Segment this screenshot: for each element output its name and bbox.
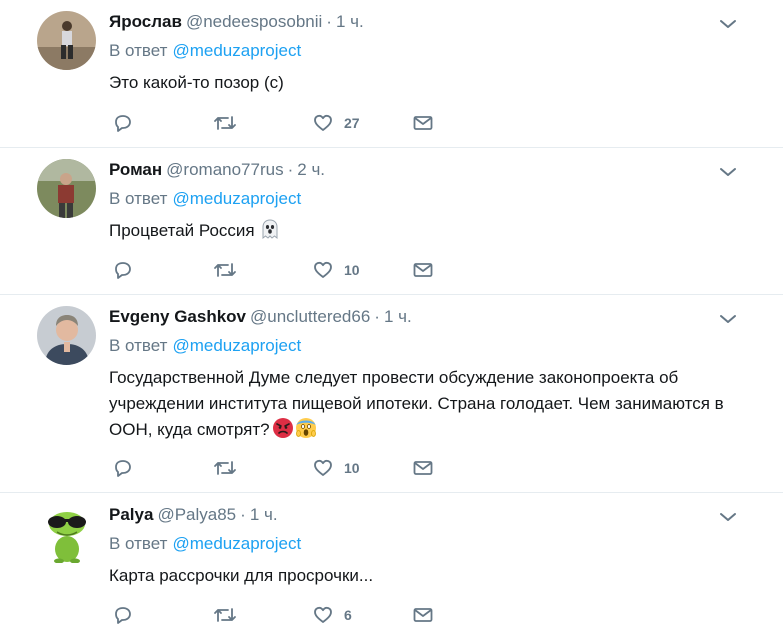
tweet-text: Процветай Россия bbox=[109, 221, 255, 240]
reply-tweet[interactable]: Роман @romano77rus · 2 ч. В ответ @meduzapro… bbox=[0, 148, 783, 295]
like-button[interactable]: 10 bbox=[312, 258, 360, 282]
like-icon bbox=[312, 457, 334, 479]
like-count: 10 bbox=[344, 262, 360, 278]
username[interactable]: @Palya85 bbox=[157, 505, 236, 524]
like-button[interactable]: 6 bbox=[312, 603, 352, 627]
tweet-header: Ярослав @nedeesposobnii · 1 ч. bbox=[109, 11, 364, 33]
chevron-down-icon[interactable] bbox=[718, 162, 738, 182]
mention-link[interactable]: @meduzaproject bbox=[172, 534, 301, 553]
direct-message-button[interactable] bbox=[412, 603, 434, 627]
mention-link[interactable]: @meduzaproject bbox=[172, 189, 301, 208]
reply-button[interactable] bbox=[112, 258, 134, 282]
retweet-icon bbox=[213, 259, 237, 281]
reply-context: В ответ @meduzaproject bbox=[109, 335, 301, 357]
reply-icon bbox=[112, 604, 134, 626]
separator: · bbox=[240, 505, 246, 524]
direct-message-button[interactable] bbox=[412, 111, 434, 135]
angry-face-emoji bbox=[272, 417, 294, 447]
reply-prefix: В ответ bbox=[109, 534, 168, 553]
tweet-text-container: Государственной Думе следует провести об… bbox=[109, 365, 734, 447]
tweet-text: Государственной Думе следует провести об… bbox=[109, 368, 724, 439]
retweet-button[interactable] bbox=[213, 603, 237, 627]
like-button[interactable]: 10 bbox=[312, 456, 360, 480]
tweet-text-container: Процветай Россия bbox=[109, 218, 749, 248]
reply-tweet[interactable]: Palya @Palya85 · 1 ч. В ответ @meduzaproject… bbox=[0, 493, 783, 628]
display-name[interactable]: Роман bbox=[109, 160, 162, 179]
like-count: 6 bbox=[344, 607, 352, 623]
separator: · bbox=[374, 307, 380, 326]
tweet-header: Роман @romano77rus · 2 ч. bbox=[109, 159, 325, 181]
reply-context: В ответ @meduzaproject bbox=[109, 40, 301, 62]
like-count: 10 bbox=[344, 460, 360, 476]
message-icon bbox=[412, 259, 434, 281]
chevron-down-icon[interactable] bbox=[718, 14, 738, 34]
tweet-actions: 6 bbox=[112, 603, 442, 627]
tweet-actions: 10 bbox=[112, 258, 442, 282]
direct-message-button[interactable] bbox=[412, 258, 434, 282]
retweet-button[interactable] bbox=[213, 111, 237, 135]
reply-context: В ответ @meduzaproject bbox=[109, 188, 301, 210]
tweet-header: Palya @Palya85 · 1 ч. bbox=[109, 504, 278, 526]
message-icon bbox=[412, 604, 434, 626]
retweet-icon bbox=[213, 112, 237, 134]
reply-icon bbox=[112, 259, 134, 281]
display-name[interactable]: Evgeny Gashkov bbox=[109, 307, 246, 326]
avatar[interactable] bbox=[37, 306, 96, 365]
like-icon bbox=[312, 604, 334, 626]
reply-prefix: В ответ bbox=[109, 41, 168, 60]
timestamp[interactable]: 1 ч. bbox=[384, 307, 412, 326]
username[interactable]: @nedeesposobnii bbox=[186, 12, 322, 31]
tweet-actions: 10 bbox=[112, 456, 442, 480]
reply-tweet[interactable]: Evgeny Gashkov @uncluttered66 · 1 ч. В отве… bbox=[0, 295, 783, 493]
like-icon bbox=[312, 112, 334, 134]
timestamp[interactable]: 2 ч. bbox=[297, 160, 325, 179]
mention-link[interactable]: @meduzaproject bbox=[172, 41, 301, 60]
reply-tweet[interactable]: Ярослав @nedeesposobnii · 1 ч. В ответ @medu… bbox=[0, 0, 783, 148]
like-icon bbox=[312, 259, 334, 281]
display-name[interactable]: Ярослав bbox=[109, 12, 182, 31]
reply-button[interactable] bbox=[112, 456, 134, 480]
retweet-button[interactable] bbox=[213, 258, 237, 282]
timestamp[interactable]: 1 ч. bbox=[250, 505, 278, 524]
screaming-face-emoji bbox=[295, 417, 317, 447]
reply-icon bbox=[112, 112, 134, 134]
reply-prefix: В ответ bbox=[109, 336, 168, 355]
reply-context: В ответ @meduzaproject bbox=[109, 533, 301, 555]
chevron-down-icon[interactable] bbox=[718, 309, 738, 329]
message-icon bbox=[412, 112, 434, 134]
tweet-text: Карта рассрочки для просрочки... bbox=[109, 566, 374, 585]
retweet-icon bbox=[213, 457, 237, 479]
timestamp[interactable]: 1 ч. bbox=[336, 12, 364, 31]
avatar[interactable] bbox=[37, 11, 96, 70]
separator: · bbox=[287, 160, 294, 179]
chevron-down-icon[interactable] bbox=[718, 507, 738, 527]
tweet-header: Evgeny Gashkov @uncluttered66 · 1 ч. bbox=[109, 306, 412, 328]
reply-prefix: В ответ bbox=[109, 189, 168, 208]
message-icon bbox=[412, 457, 434, 479]
retweet-icon bbox=[213, 604, 237, 626]
like-button[interactable]: 27 bbox=[312, 111, 360, 135]
reply-button[interactable] bbox=[112, 111, 134, 135]
reply-button[interactable] bbox=[112, 603, 134, 627]
avatar[interactable] bbox=[37, 159, 96, 218]
tweet-actions: 27 bbox=[112, 111, 442, 135]
display-name[interactable]: Palya bbox=[109, 505, 153, 524]
direct-message-button[interactable] bbox=[412, 456, 434, 480]
username[interactable]: @romano77rus bbox=[166, 160, 283, 179]
username[interactable]: @uncluttered66 bbox=[250, 307, 370, 326]
separator: · bbox=[326, 12, 332, 31]
replies-feed: Ярослав @nedeesposobnii · 1 ч. В ответ @medu… bbox=[0, 0, 783, 628]
tweet-text: Это какой-то позор (с) bbox=[109, 73, 284, 92]
reply-icon bbox=[112, 457, 134, 479]
retweet-button[interactable] bbox=[213, 456, 237, 480]
avatar[interactable] bbox=[37, 504, 96, 563]
like-count: 27 bbox=[344, 115, 360, 131]
ghost-emoji bbox=[259, 218, 281, 248]
mention-link[interactable]: @meduzaproject bbox=[172, 336, 301, 355]
